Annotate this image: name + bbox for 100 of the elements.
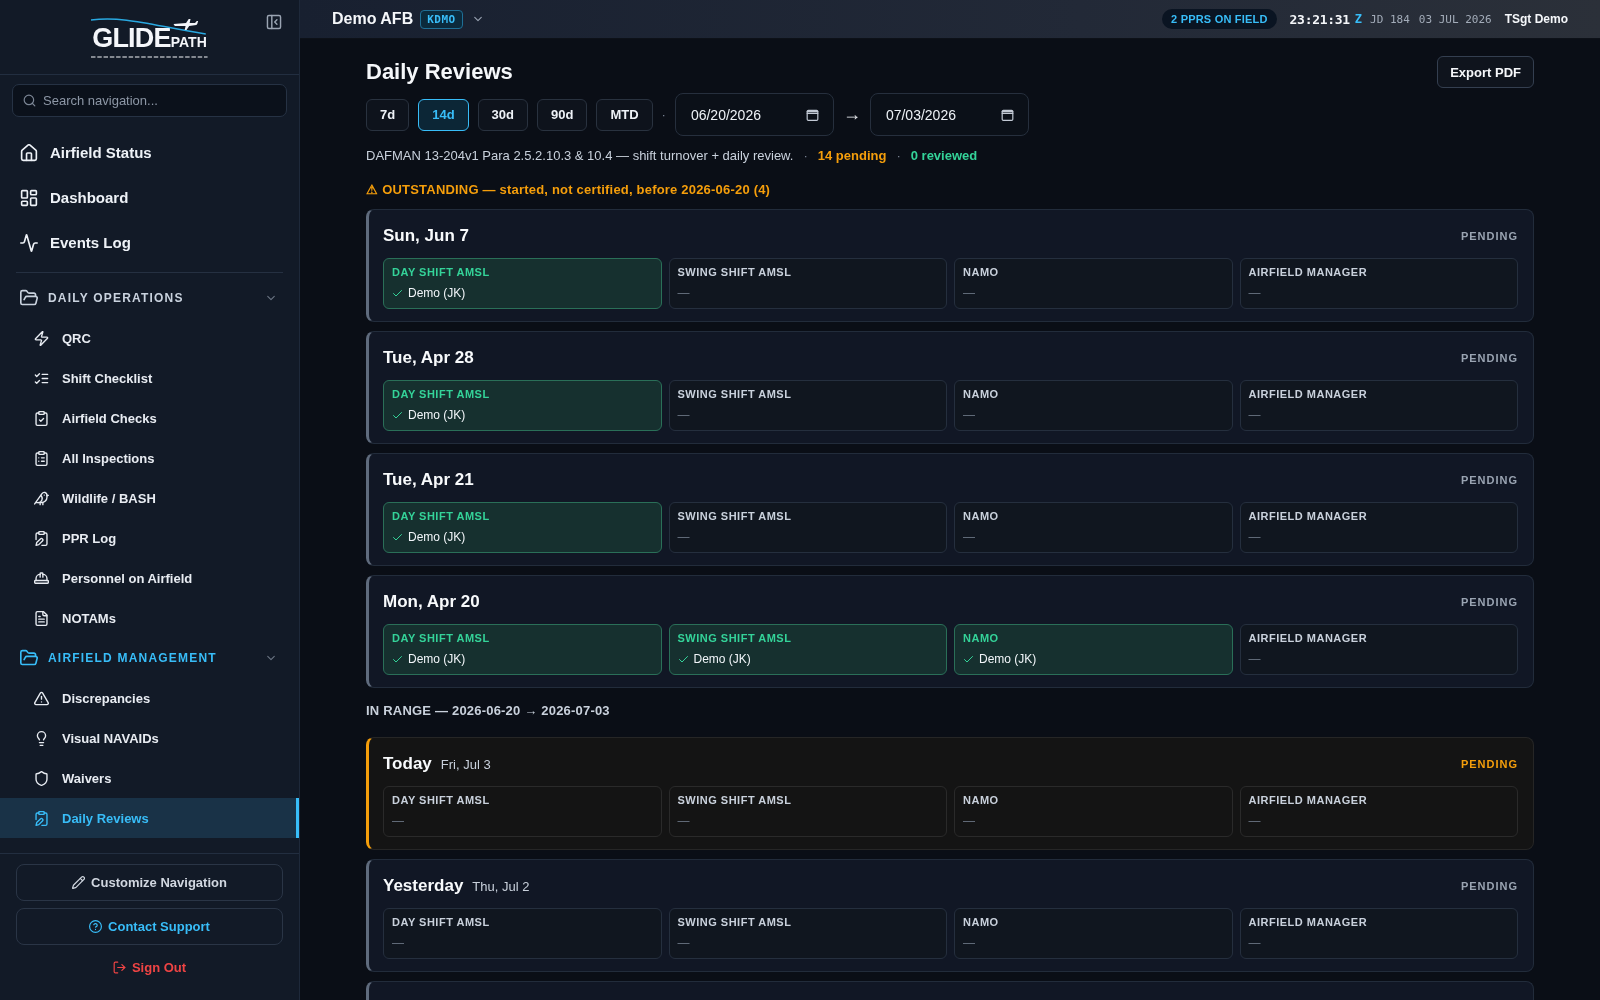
shift-role-label: DAY SHIFT AMSL xyxy=(392,632,491,645)
ppr-count-badge: 2 PPRS ON FIELD xyxy=(1162,9,1277,29)
calendar-icon[interactable] xyxy=(805,108,819,121)
warning-icon: ⚠ xyxy=(366,181,379,199)
empty-value: — xyxy=(1248,408,1261,422)
card-date-subtitle: Fri, Jul 3 xyxy=(440,757,491,772)
nav-item[interactable]: QRC xyxy=(0,318,299,358)
nav-item[interactable]: Visual NAVAIDs xyxy=(0,718,299,758)
empty-value: — xyxy=(1248,936,1261,950)
signer-name: Demo (JK) xyxy=(693,652,751,666)
nav-item[interactable]: All Inspections xyxy=(0,438,299,478)
empty-value: — xyxy=(1248,286,1261,300)
dashboard-grid-icon xyxy=(20,188,38,207)
shift-role-label: AIRFIELD MANAGER xyxy=(1248,794,1369,807)
separator-dot: · xyxy=(803,147,808,165)
check-icon xyxy=(392,531,403,543)
contact-support-button[interactable]: Contact Support xyxy=(16,908,283,945)
page-title: Daily Reviews xyxy=(366,59,513,85)
sign-out-button[interactable]: Sign Out xyxy=(104,952,195,982)
shift-role-label: NAMO xyxy=(963,632,1000,645)
search-icon xyxy=(23,94,36,107)
current-date: 03 JUL 2026 xyxy=(1418,12,1492,26)
shift-role-label: SWING SHIFT AMSL xyxy=(677,510,793,523)
empty-value: — xyxy=(1248,530,1261,544)
clipboard-check-icon xyxy=(34,410,49,426)
range-button[interactable]: 90d xyxy=(537,98,588,131)
user-name: TSgt Demo xyxy=(1504,12,1568,26)
empty-value: — xyxy=(1248,814,1261,828)
range-button[interactable]: 7d xyxy=(366,98,410,131)
range-button[interactable]: 14d xyxy=(418,98,469,131)
glidepath-logo: GLIDEPATH xyxy=(91,18,208,58)
range-button[interactable]: 30d xyxy=(477,98,528,131)
check-icon xyxy=(963,653,974,665)
empty-value: — xyxy=(963,408,975,422)
range-button[interactable]: MTD xyxy=(596,98,653,131)
lightning-bolt-icon xyxy=(34,330,49,346)
check-icon xyxy=(392,409,403,421)
reviewed-count: 0 reviewed xyxy=(910,147,978,165)
separator-dot: · xyxy=(896,147,901,165)
signer-name: Demo (JK) xyxy=(408,286,466,300)
status-label: PENDING xyxy=(1460,352,1518,364)
export-pdf-button[interactable]: Export PDF xyxy=(1437,56,1534,88)
search-field[interactable]: Search navigation... xyxy=(12,84,287,117)
card-date-title: Mon, Apr 20 xyxy=(383,592,480,612)
nav-item[interactable]: Daily Reviews xyxy=(0,798,299,838)
calendar-icon[interactable] xyxy=(1000,108,1014,121)
nav-item[interactable]: Dashboard xyxy=(0,175,299,220)
nav-section-header[interactable]: DAILY OPERATIONS xyxy=(0,278,299,318)
nav-item[interactable]: Airfield Checks xyxy=(0,398,299,438)
nav-item[interactable]: Airfield Status xyxy=(0,130,299,175)
shield-icon xyxy=(34,770,49,786)
empty-value: — xyxy=(1248,652,1261,666)
empty-value: — xyxy=(392,814,404,828)
nav-item[interactable]: Wildlife / BASH xyxy=(0,478,299,518)
nav-item[interactable]: Discrepancies xyxy=(0,678,299,718)
empty-value: — xyxy=(963,814,975,828)
empty-value: — xyxy=(392,936,404,950)
base-name: Demo AFB xyxy=(332,10,414,28)
zulu-time: 23:21:31 xyxy=(1289,11,1350,27)
shift-role-label: SWING SHIFT AMSL xyxy=(677,916,793,929)
card-date-title: Sun, Jun 7 xyxy=(383,226,469,246)
nav-item[interactable]: PPR Log xyxy=(0,518,299,558)
start-date-field[interactable]: 06/20/2026 xyxy=(674,93,834,136)
shift-role-label: DAY SHIFT AMSL xyxy=(392,388,491,401)
signer-name: Demo (JK) xyxy=(408,530,466,544)
shift-role-label: DAY SHIFT AMSL xyxy=(392,916,491,929)
card-date-title: Today xyxy=(383,754,432,774)
pending-count: 14 pending xyxy=(817,147,887,165)
clipboard-pen-icon xyxy=(34,810,49,826)
section-heading: IN RANGE — 2026-06-20 → 2026-07-03 xyxy=(366,702,610,720)
nav-item[interactable]: NOTAMs xyxy=(0,598,299,638)
nav-item[interactable]: Personnel on Airfield xyxy=(0,558,299,598)
end-date-field[interactable]: 07/03/2026 xyxy=(869,93,1029,136)
nav-item[interactable]: Shift Checklist xyxy=(0,358,299,398)
nav-item[interactable]: Waivers xyxy=(0,758,299,798)
sidebar-collapse-icon[interactable] xyxy=(266,14,282,30)
nav-section-header[interactable]: AIRFIELD MANAGEMENT xyxy=(0,638,299,678)
signer-name: Demo (JK) xyxy=(408,652,466,666)
shift-role-label: DAY SHIFT AMSL xyxy=(392,510,491,523)
empty-value: — xyxy=(963,286,975,300)
shift-role-label: NAMO xyxy=(963,794,1000,807)
document-icon xyxy=(34,610,49,626)
checklist-icon xyxy=(34,370,49,386)
card-date-title: Yesterday xyxy=(383,876,464,896)
status-label: PENDING xyxy=(1460,880,1518,892)
card-date-subtitle: Thu, Jul 2 xyxy=(472,879,530,894)
folder-icon xyxy=(20,289,38,307)
empty-value: — xyxy=(677,530,690,544)
hard-hat-icon xyxy=(34,570,49,586)
signer-name: Demo (JK) xyxy=(408,408,466,422)
shift-role-label: NAMO xyxy=(963,266,1000,279)
shift-role-label: SWING SHIFT AMSL xyxy=(677,388,793,401)
help-circle-icon xyxy=(89,920,103,933)
house-icon xyxy=(20,143,38,162)
bird-icon xyxy=(34,490,49,506)
customize-navigation-button[interactable]: Customize Navigation xyxy=(16,864,283,901)
nav-item[interactable]: Events Log xyxy=(0,220,299,265)
range-arrow: → xyxy=(842,104,861,125)
shift-role-label: AIRFIELD MANAGER xyxy=(1248,266,1369,279)
policy-note: DAFMAN 13-204v1 Para 2.5.2.10.3 & 10.4 — shift turnover + daily review. xyxy=(366,147,794,165)
